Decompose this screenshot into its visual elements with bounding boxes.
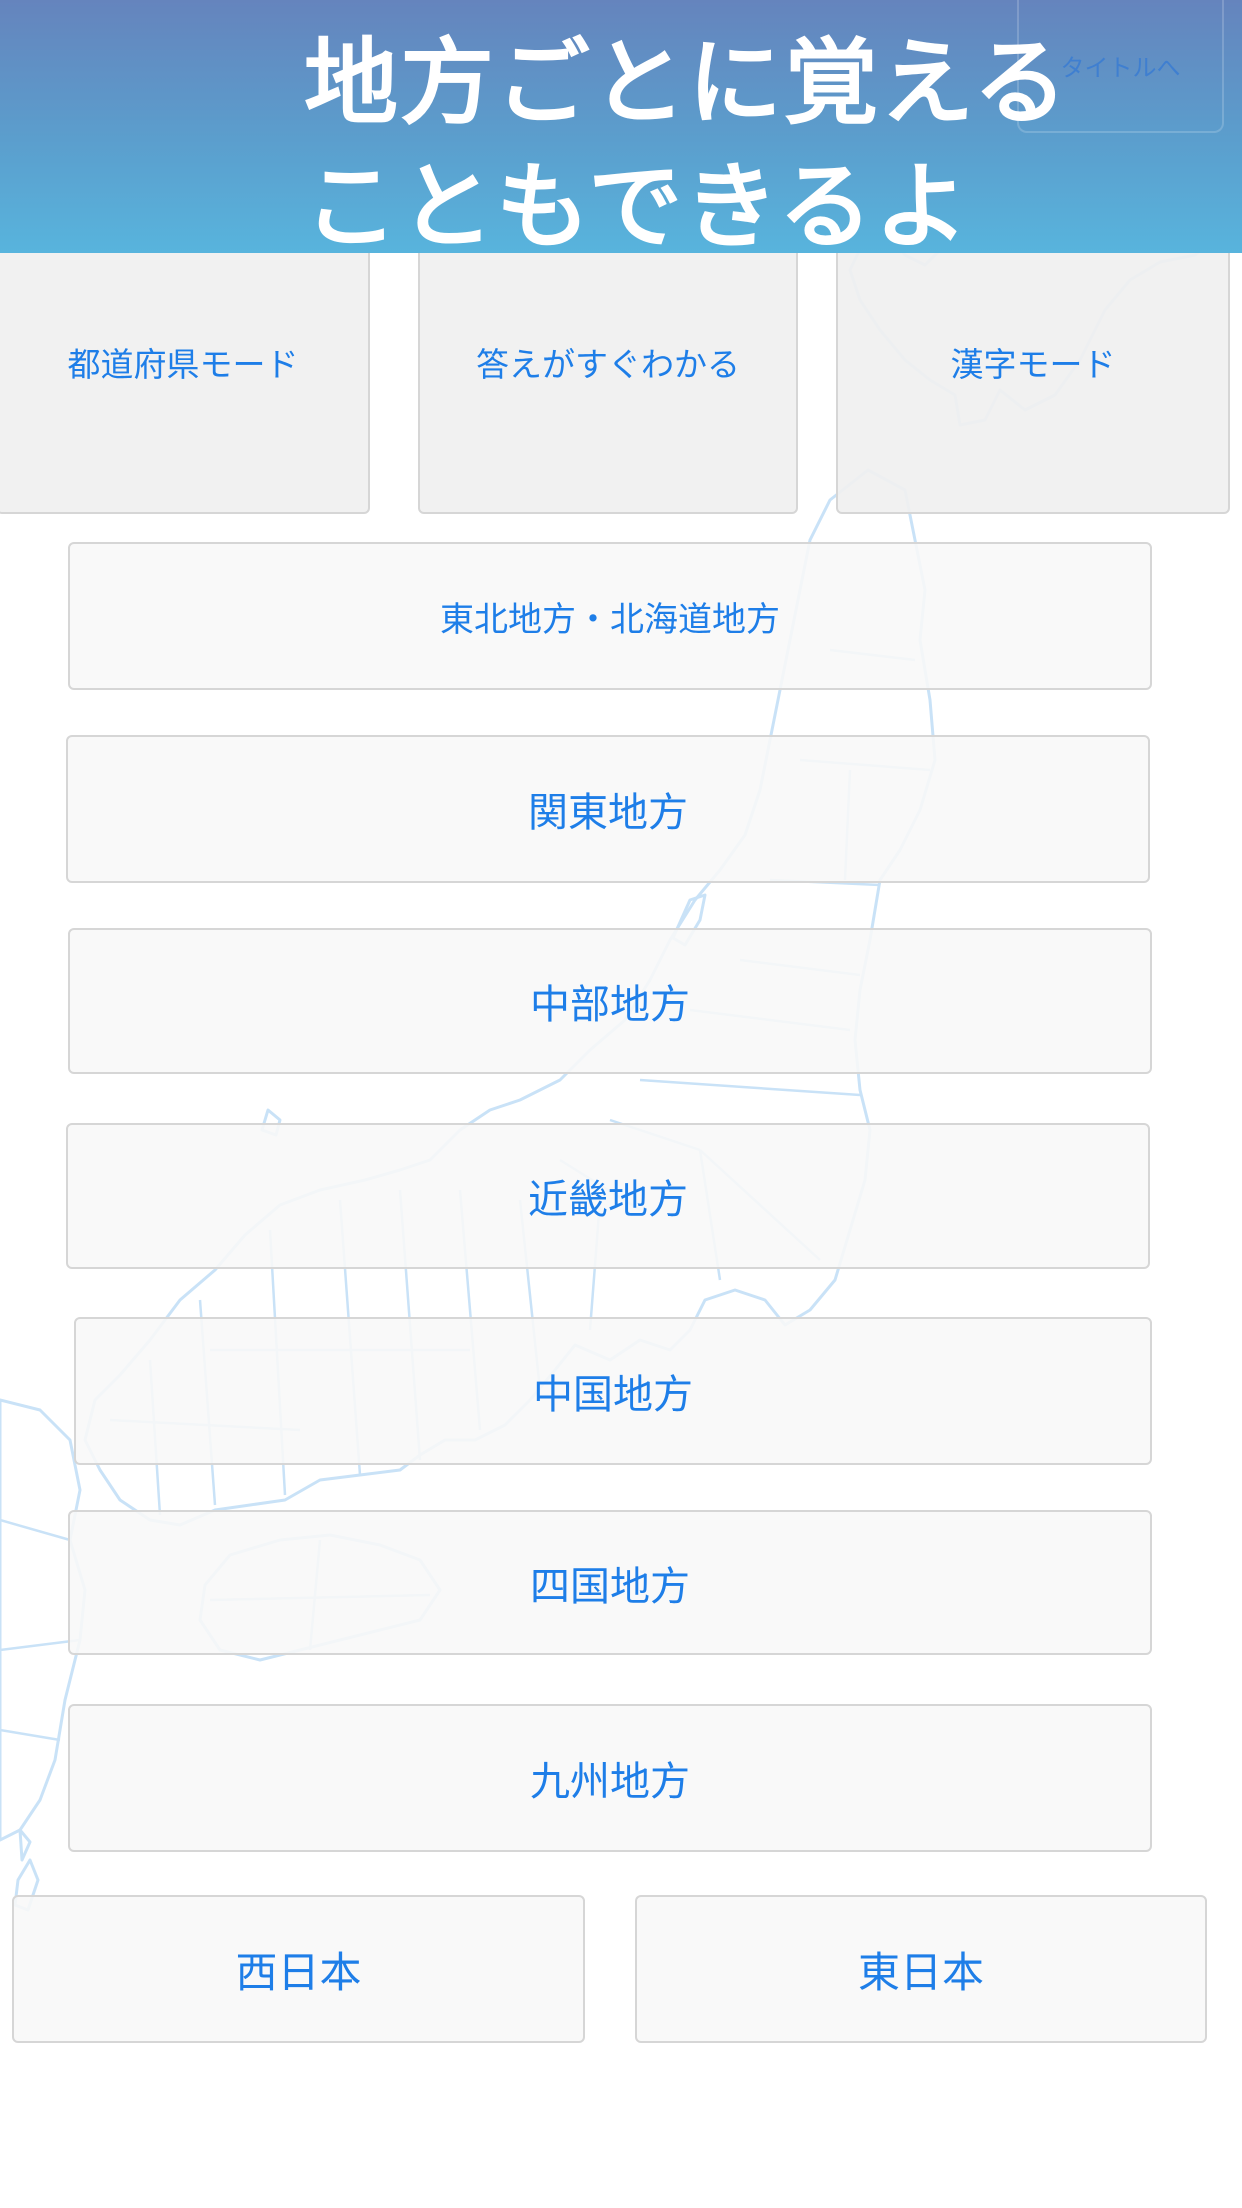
region-button-kinki[interactable]: 近畿地方 [66,1123,1150,1269]
banner-title-line-2: こともできるよ [304,153,971,262]
region-button-tohoku-hokkaido[interactable]: 東北地方・北海道地方 [68,542,1152,690]
west-japan-button[interactable]: 西日本 [12,1895,585,2043]
banner-title: 地方ごとに覚える こともできるよ [304,22,1070,270]
region-button-shikoku[interactable]: 四国地方 [68,1510,1152,1655]
region-button-chugoku[interactable]: 中国地方 [74,1317,1152,1465]
region-button-kanto[interactable]: 関東地方 [66,735,1150,883]
back-to-title-button[interactable]: タイトルへ [1017,0,1224,133]
east-japan-button[interactable]: 東日本 [635,1895,1207,2043]
region-button-chubu[interactable]: 中部地方 [68,928,1152,1074]
promo-banner: 地方ごとに覚える こともできるよ タイトルへ [0,0,1242,262]
region-button-kyushu[interactable]: 九州地方 [68,1704,1152,1852]
banner-title-line-1: 地方ごとに覚える [304,29,1070,138]
